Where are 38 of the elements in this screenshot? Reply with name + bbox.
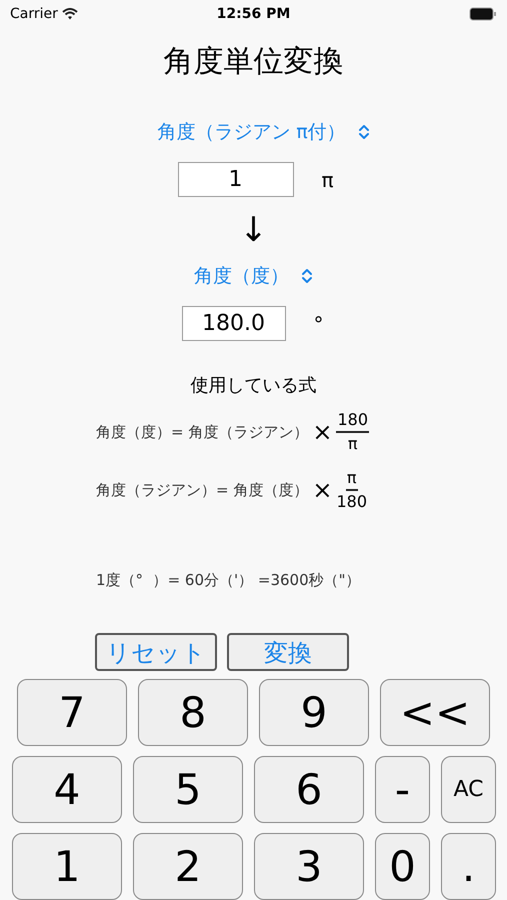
- wifi-icon: [62, 8, 78, 20]
- battery-icon: [468, 7, 497, 21]
- unit-symbol: °: [314, 310, 324, 338]
- keypad-key[interactable]: 8: [138, 679, 248, 746]
- keypad-key[interactable]: 0: [375, 833, 430, 900]
- unit-selector[interactable]: 角度（度）: [194, 262, 313, 290]
- keypad-key[interactable]: -: [375, 756, 430, 823]
- keypad-key[interactable]: 6: [254, 756, 364, 823]
- keypad-key[interactable]: 9: [259, 679, 369, 746]
- multiply-sign: ×: [312, 417, 332, 448]
- value-field[interactable]: 1: [178, 162, 294, 197]
- keypad-key[interactable]: <<: [380, 679, 490, 746]
- numerator: 180: [336, 409, 369, 433]
- denominator: π: [348, 433, 358, 455]
- status-time: 12:56 PM: [216, 4, 290, 24]
- keypad-key[interactable]: 2: [133, 833, 243, 900]
- multiply-sign: ×: [312, 475, 332, 506]
- keypad-key[interactable]: 1: [12, 833, 122, 900]
- value-field[interactable]: 180.0: [182, 306, 286, 341]
- page-title: 角度単位変換: [164, 43, 344, 81]
- denominator: 180: [336, 491, 367, 513]
- keypad-key[interactable]: 4: [12, 756, 122, 823]
- keypad-key[interactable]: 7: [17, 679, 127, 746]
- chevron-up-down-icon: [301, 268, 313, 284]
- formulas-heading: 使用している式: [190, 374, 316, 398]
- down-arrow: ↓: [239, 210, 268, 250]
- numerator: π: [346, 467, 358, 491]
- keypad-key[interactable]: 3: [254, 833, 364, 900]
- keypad-key[interactable]: .: [441, 833, 496, 900]
- formula-text: 角度（度）= 角度（ラジアン）: [96, 422, 308, 443]
- keypad-key[interactable]: AC: [441, 756, 496, 823]
- conversion-note: 1度（° ）= 60分（'） =3600秒（"）: [96, 571, 361, 589]
- formula-text: 角度（ラジアン）= 角度（度）: [96, 480, 308, 501]
- unit-symbol: π: [322, 166, 335, 194]
- chevron-up-down-icon: [358, 124, 370, 140]
- unit-selector[interactable]: 角度（ラジアン π付）: [157, 118, 370, 146]
- keypad-key[interactable]: 5: [133, 756, 243, 823]
- carrier-name: Carrier: [10, 4, 58, 24]
